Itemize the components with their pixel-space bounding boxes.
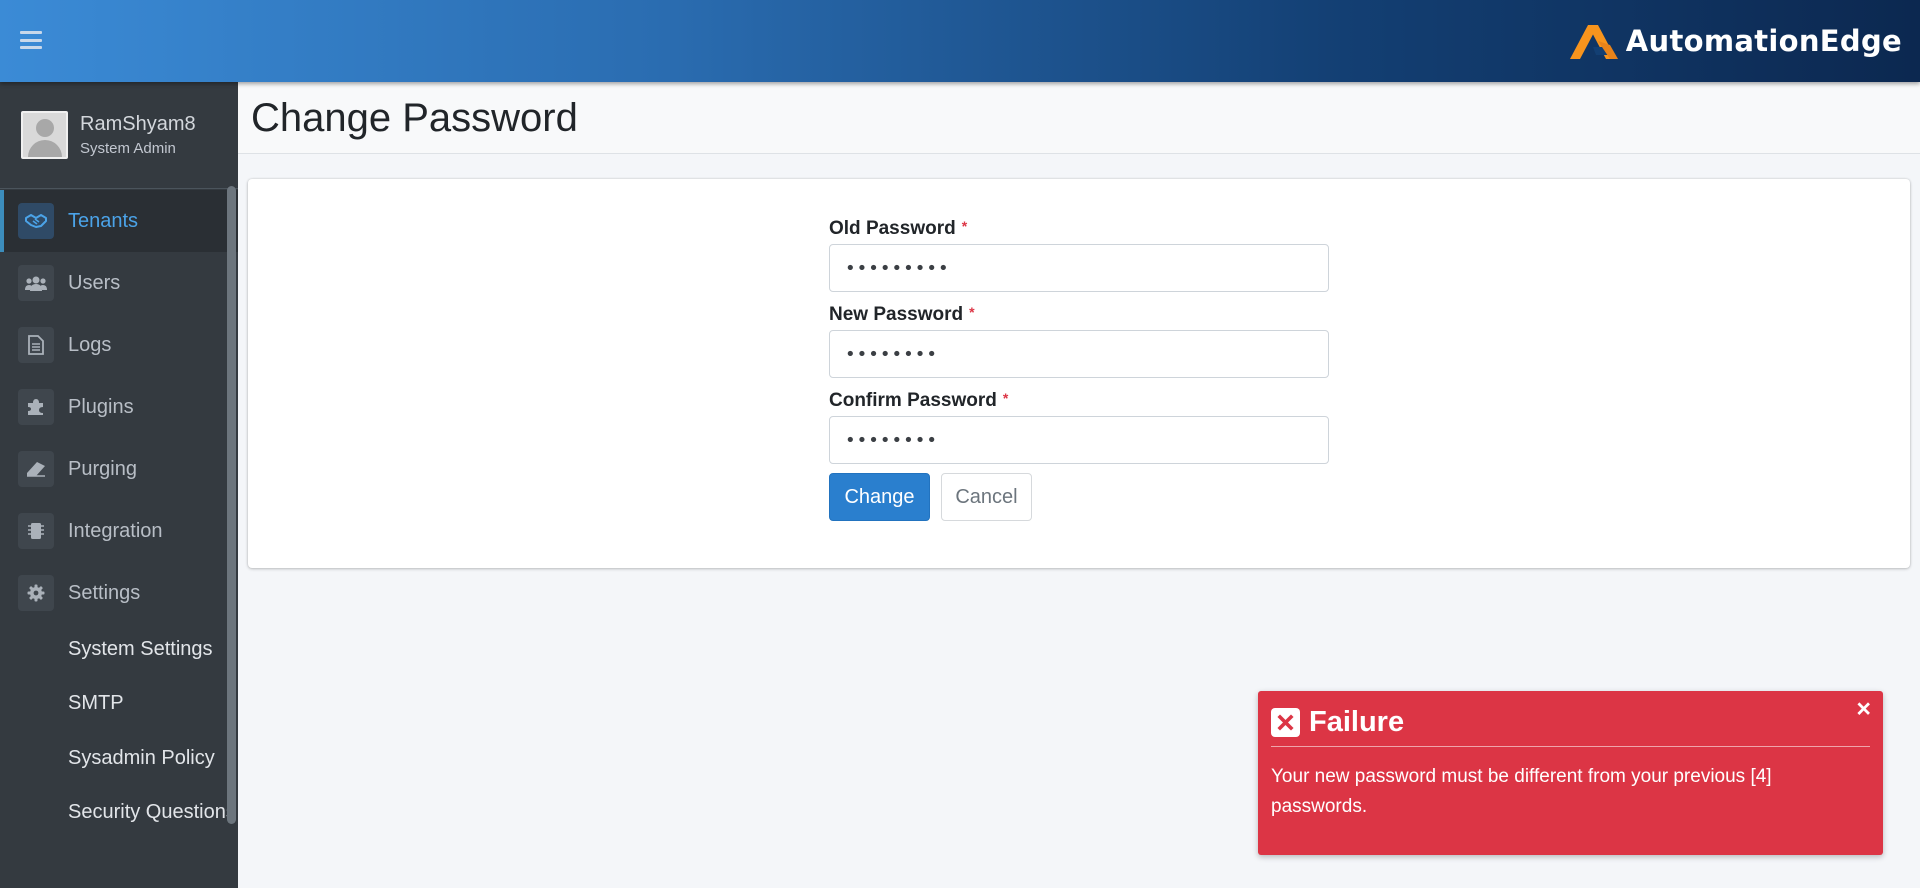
sidebar-item-integration[interactable]: Integration xyxy=(0,500,238,562)
user-role: System Admin xyxy=(80,140,176,157)
confirm-password-group: Confirm Password * •••••••• xyxy=(829,388,1329,464)
required-marker: * xyxy=(1002,390,1009,406)
top-navbar: AutomationEdge xyxy=(0,0,1920,82)
sidebar-item-label: Purging xyxy=(68,457,137,480)
form-buttons: Change Cancel xyxy=(829,473,1329,521)
sidebar-item-logs[interactable]: Logs xyxy=(0,314,238,376)
sidebar-item-plugins[interactable]: Plugins xyxy=(0,376,238,438)
sidebar-subitem-security-questions[interactable]: Security Questions xyxy=(0,797,238,867)
sidebar-item-label: Logs xyxy=(68,333,112,356)
chip-icon xyxy=(18,513,54,549)
sidebar-item-settings[interactable]: Settings xyxy=(0,562,238,624)
required-marker: * xyxy=(961,218,968,234)
failure-toast: Failure × Your new password must be diff… xyxy=(1258,691,1883,855)
sidebar-subitem-system-settings[interactable]: System Settings xyxy=(0,634,238,688)
sidebar-scrollbar[interactable] xyxy=(227,186,236,886)
gear-icon xyxy=(18,575,54,611)
automationedge-logo-icon xyxy=(1569,25,1618,59)
sidebar-item-label: Plugins xyxy=(68,395,134,418)
sidebar-item-purging[interactable]: Purging xyxy=(0,438,238,500)
old-password-input[interactable]: ••••••••• xyxy=(829,244,1329,292)
content-header: Change Password xyxy=(238,82,1920,154)
error-x-icon xyxy=(1271,708,1300,737)
sidebar-item-users[interactable]: Users xyxy=(0,252,238,314)
avatar xyxy=(21,111,68,159)
new-password-label: New Password * xyxy=(829,304,975,325)
sidebar-scrollbar-thumb[interactable] xyxy=(227,186,236,824)
sidebar-subitem-sysadmin-policy[interactable]: Sysadmin Policy xyxy=(0,743,238,797)
required-marker: * xyxy=(969,304,975,320)
hamburger-menu-icon[interactable] xyxy=(20,31,42,49)
puzzle-icon xyxy=(18,389,54,425)
change-password-form: Old Password * ••••••••• New Password * ••… xyxy=(829,216,1329,521)
new-password-input[interactable]: •••••••• xyxy=(829,330,1329,378)
user-panel: RamShyam8 System Admin xyxy=(0,82,238,189)
document-icon xyxy=(18,327,54,363)
close-icon[interactable]: × xyxy=(1856,697,1871,722)
new-password-group: New Password * •••••••• xyxy=(829,302,1329,378)
eraser-icon xyxy=(18,451,54,487)
sidebar-item-tenants[interactable]: Tenants xyxy=(0,190,238,252)
sidebar: RamShyam8 System Admin Tenants Users Log… xyxy=(0,82,238,888)
old-password-label: Old Password * xyxy=(829,218,968,239)
sidebar-subitem-smtp[interactable]: SMTP xyxy=(0,688,238,743)
sidebar-nav: Tenants Users Logs Plugins Purging Integ… xyxy=(0,189,238,867)
sidebar-item-label: Users xyxy=(68,271,121,294)
cancel-button[interactable]: Cancel xyxy=(941,473,1032,521)
sidebar-item-label: Integration xyxy=(68,519,163,542)
sidebar-item-label: Tenants xyxy=(68,209,139,232)
toast-title: Failure xyxy=(1309,706,1405,738)
change-button[interactable]: Change xyxy=(829,473,930,521)
confirm-password-input[interactable]: •••••••• xyxy=(829,416,1329,464)
users-icon xyxy=(18,265,54,301)
page-title: Change Password xyxy=(251,96,578,140)
confirm-password-label: Confirm Password * xyxy=(829,390,1009,411)
user-name[interactable]: RamShyam8 xyxy=(80,113,196,136)
toast-header: Failure xyxy=(1271,703,1870,747)
brand-name: AutomationEdge xyxy=(1625,24,1902,58)
brand-logo[interactable]: AutomationEdge xyxy=(1566,20,1902,62)
toast-message: Your new password must be different from… xyxy=(1271,766,1772,817)
handshake-icon xyxy=(18,203,54,239)
sidebar-item-label: Settings xyxy=(68,581,141,604)
old-password-group: Old Password * ••••••••• xyxy=(829,216,1329,292)
